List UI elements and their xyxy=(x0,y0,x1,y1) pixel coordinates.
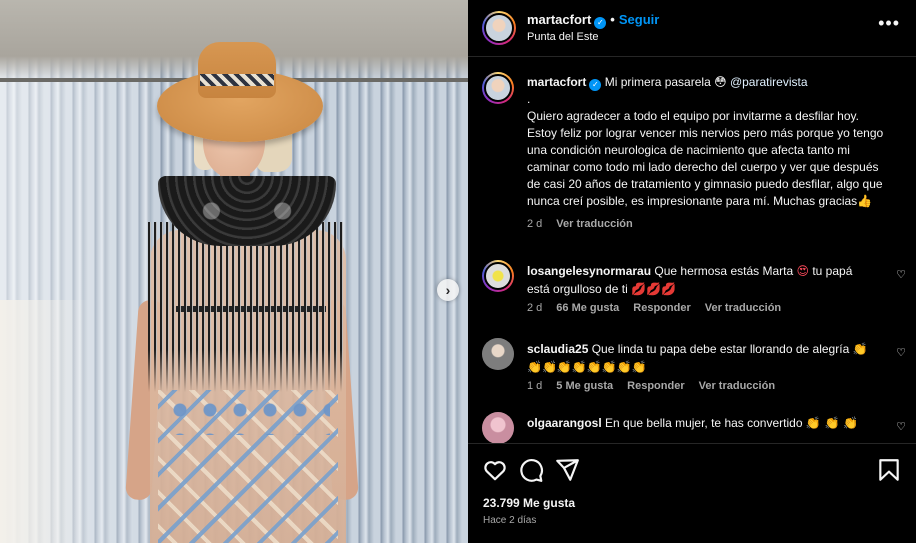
hat-band xyxy=(200,74,274,86)
comment-body: Que linda tu papa debe estar llorando de… xyxy=(591,342,850,356)
mention-link[interactable]: @paratirevista xyxy=(730,75,808,89)
comment-username[interactable]: olgaarangosl xyxy=(527,416,602,430)
comment-likes[interactable]: 5 Me gusta xyxy=(556,380,613,392)
reply-button[interactable]: Responder xyxy=(627,380,684,392)
comment-username[interactable]: losangelesynormarau xyxy=(527,264,651,278)
comment-text: sclaudia25 Que linda tu papa debe estar … xyxy=(527,340,877,376)
caption-meta: 2 d Ver traducción xyxy=(527,216,892,233)
comment-meta: 2 d 66 Me gusta Responder Ver traducción xyxy=(527,302,795,314)
comment-likes[interactable]: 66 Me gusta xyxy=(556,302,619,314)
avatar[interactable] xyxy=(482,338,514,370)
avatar[interactable] xyxy=(482,72,514,104)
kiss-mark-icon: 💋💋💋 xyxy=(631,282,676,296)
more-icon[interactable]: ••• xyxy=(878,14,900,32)
caption-dot: . xyxy=(527,92,531,106)
avatar[interactable] xyxy=(482,260,514,292)
clap-icon: 👏 👏 👏 xyxy=(805,416,859,430)
bookmark-icon[interactable] xyxy=(876,457,902,483)
likes-count[interactable]: 23.799 Me gusta xyxy=(483,496,575,510)
share-icon[interactable] xyxy=(554,457,580,483)
caption-title: Mi primera pasarela xyxy=(604,75,711,89)
thumbs-up-icon: 👍 xyxy=(857,194,873,208)
translate-link[interactable]: Ver traducción xyxy=(705,302,781,314)
comment-icon[interactable] xyxy=(518,457,544,483)
heart-icon[interactable] xyxy=(482,457,508,483)
avatar[interactable] xyxy=(482,412,514,443)
post-username-row: martacfort ✓ • Seguir xyxy=(527,12,659,29)
beaded-fringe xyxy=(148,222,346,392)
post-time[interactable]: Hace 2 días xyxy=(483,515,536,526)
comment-text: olgaarangosl En que bella mujer, te has … xyxy=(527,414,877,432)
comment-body: En que bella mujer, te has convertido xyxy=(605,416,803,430)
comments-list[interactable]: martacfort ✓ Mi primera pasarela 😳 @parat… xyxy=(468,58,916,443)
separator-dot: • xyxy=(610,12,615,27)
post-username[interactable]: martacfort xyxy=(527,12,591,27)
comment-time[interactable]: 2 d xyxy=(527,302,542,314)
comment-username[interactable]: sclaudia25 xyxy=(527,342,588,356)
model-figure xyxy=(0,0,468,543)
comment-meta: 1 d 5 Me gusta Responder Ver traducción xyxy=(527,380,789,392)
translate-link[interactable]: Ver traducción xyxy=(556,218,632,230)
post-header: martacfort ✓ • Seguir Punta del Este ••• xyxy=(468,0,916,57)
comment-time[interactable]: 1 d xyxy=(527,380,542,392)
clap-icon: 👏👏👏👏👏👏👏👏 xyxy=(527,360,647,374)
hat-crown xyxy=(198,42,276,98)
reply-button[interactable]: Responder xyxy=(633,302,690,314)
heart-icon[interactable]: ♡ xyxy=(896,420,906,433)
post-panel: martacfort ✓ • Seguir Punta del Este ••• ma… xyxy=(468,0,916,543)
comment-body: Que hermosa estás Marta xyxy=(654,264,794,278)
heart-eyes-icon: 😍 xyxy=(796,264,809,278)
comment-text: losangelesynormarau Que hermosa estás Ma… xyxy=(527,262,877,298)
heart-icon[interactable]: ♡ xyxy=(896,268,906,281)
caption-time[interactable]: 2 d xyxy=(527,218,542,230)
dress-embroidery xyxy=(165,395,330,435)
verified-icon: ✓ xyxy=(589,78,602,91)
flushed-face-icon: 😳 xyxy=(714,75,727,89)
post-actions: 23.799 Me gusta Hace 2 días xyxy=(468,443,916,543)
translate-link[interactable]: Ver traducción xyxy=(699,380,775,392)
caption-body: Quiero agradecer a todo el equipo por in… xyxy=(527,109,884,208)
clap-icon: 👏 xyxy=(852,342,868,356)
caption-text: martacfort ✓ Mi primera pasarela 😳 @parat… xyxy=(527,74,892,233)
follow-button[interactable]: Seguir xyxy=(619,12,659,27)
verified-icon: ✓ xyxy=(594,16,607,29)
chevron-right-icon[interactable]: › xyxy=(437,279,459,301)
post-image[interactable]: › xyxy=(0,0,468,543)
post-location[interactable]: Punta del Este xyxy=(527,31,599,43)
heart-icon[interactable]: ♡ xyxy=(896,346,906,359)
avatar[interactable] xyxy=(482,11,516,45)
caption-username[interactable]: martacfort xyxy=(527,75,586,89)
